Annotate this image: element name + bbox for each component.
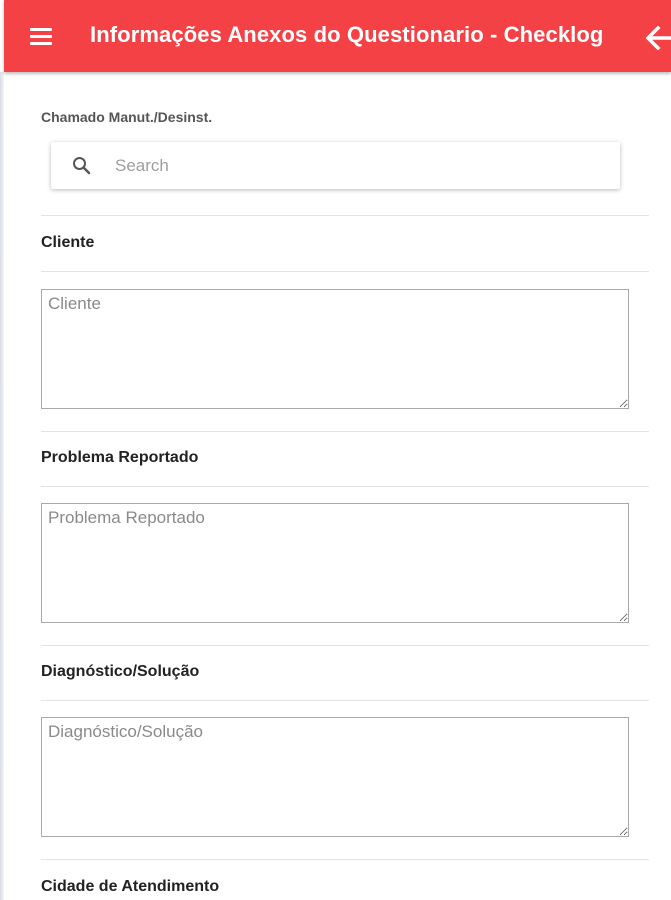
section-title-problema: Problema Reportado — [41, 449, 199, 466]
app-header: Informações Anexos do Questionario - Che… — [4, 0, 671, 72]
page-title: Informações Anexos do Questionario - Che… — [90, 22, 604, 47]
divider — [41, 859, 649, 860]
chamado-label: Chamado Manut./Desinst. — [41, 109, 213, 125]
cliente-field[interactable] — [41, 289, 629, 409]
search-icon — [73, 157, 91, 175]
section-title-diagnostico: Diagnóstico/Solução — [41, 663, 200, 680]
diagnostico-solucao-field[interactable] — [41, 717, 629, 837]
search-box[interactable] — [51, 142, 620, 189]
section-title-cidade: Cidade de Atendimento — [41, 878, 220, 895]
divider — [41, 271, 649, 272]
divider — [41, 645, 649, 646]
section-title-cliente: Cliente — [41, 234, 95, 251]
problema-reportado-field[interactable] — [41, 503, 629, 623]
menu-icon[interactable] — [30, 28, 54, 46]
divider — [41, 486, 649, 487]
divider — [41, 431, 649, 432]
back-arrow-icon[interactable] — [645, 25, 671, 51]
divider — [41, 700, 649, 701]
app-window: Informações Anexos do Questionario - Che… — [0, 0, 671, 900]
search-input[interactable] — [115, 142, 605, 189]
arrow-left-icon — [645, 25, 671, 51]
divider — [41, 215, 649, 216]
left-edge-shadow — [0, 72, 4, 900]
